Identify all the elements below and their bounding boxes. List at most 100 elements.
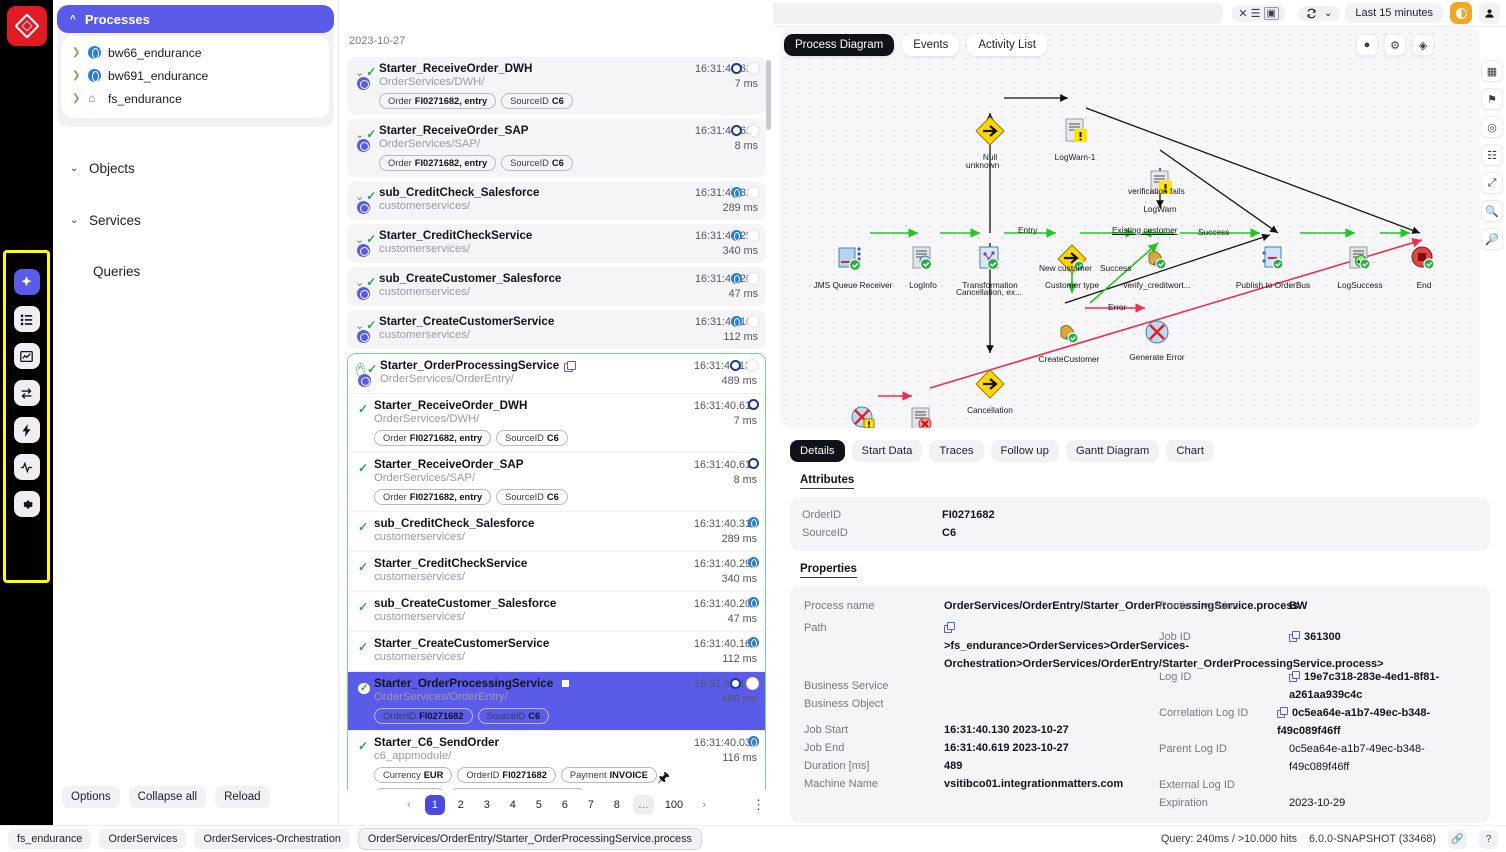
- tag-icon[interactable]: ⚑: [1481, 88, 1503, 110]
- page-button-4[interactable]: 4: [503, 795, 523, 815]
- tab-process-diagram[interactable]: Process Diagram: [784, 34, 895, 56]
- tab-start-data[interactable]: Start Data: [851, 440, 923, 462]
- tree-section-objects[interactable]: ⌄ Objects: [57, 161, 334, 176]
- tab-details[interactable]: Details: [790, 440, 845, 462]
- location-icon[interactable]: ●: [1356, 34, 1378, 56]
- list-item[interactable]: ✓ Starter_C6_SendOrder c6_appmodule/ Cur…: [348, 730, 765, 790]
- diagram-node-createcustomer[interactable]: CreateCustomer: [1024, 318, 1114, 364]
- breadcrumb-orchestration[interactable]: OrderServices-Orchestration: [194, 829, 350, 849]
- binoculars-icon[interactable]: ☷: [1481, 144, 1503, 166]
- event-scroll-area[interactable]: ⌄ ✓ Starter_ReceiveOrder_DWH OrderService…: [339, 57, 774, 790]
- page-button-3[interactable]: 3: [477, 795, 497, 815]
- nodes-icon[interactable]: ◈: [1412, 34, 1434, 56]
- process-diagram-panel[interactable]: Process Diagram Events Activity List Nul…: [780, 28, 1480, 428]
- diagram-node-logerror[interactable]: LogError: [877, 405, 967, 428]
- select-dot-icon[interactable]: [747, 124, 760, 137]
- list-item[interactable]: ⌄ ✓ sub_CreditCheck_Salesforce customerse…: [347, 181, 766, 220]
- clear-icon[interactable]: ✕: [1238, 7, 1247, 20]
- select-dot-icon[interactable]: [747, 186, 760, 199]
- gear-icon[interactable]: ⚙: [1384, 34, 1406, 56]
- select-dot-icon[interactable]: [747, 272, 760, 285]
- list-item[interactable]: ✓ Starter_ReceiveOrder_SAP OrderServices…: [348, 452, 765, 511]
- page-button-8[interactable]: 8: [607, 795, 627, 815]
- tree-item-fs-endurance[interactable]: ❯ ⌂ fs_endurance: [62, 87, 329, 110]
- page-button-100[interactable]: 100: [660, 795, 688, 815]
- copy-icon[interactable]: [1277, 707, 1288, 718]
- tab-activity-list[interactable]: Activity List: [967, 34, 1047, 56]
- tab-traces[interactable]: Traces: [929, 440, 984, 462]
- tree-section-services[interactable]: ⌄ Services: [57, 213, 334, 228]
- diagram-node-generate-error[interactable]: Generate Error: [1112, 318, 1202, 362]
- copy-icon[interactable]: [564, 360, 577, 372]
- list-item[interactable]: ⌄ ✓ sub_CreateCustomer_Salesforce custome…: [347, 267, 766, 306]
- list-item[interactable]: ⌄ ✓ Starter_CreditCheckService customerse…: [347, 224, 766, 263]
- copy-icon[interactable]: [558, 678, 571, 690]
- select-dot-icon[interactable]: [746, 677, 759, 690]
- page-prev-button[interactable]: ‹: [399, 795, 419, 815]
- tree-item-bw691[interactable]: ❯ bw691_endurance: [62, 64, 329, 87]
- diagram-node-publish-orderbus[interactable]: Publish to OrderBus: [1228, 244, 1318, 290]
- diagram-node-end[interactable]: End: [1379, 244, 1469, 290]
- select-dot-icon[interactable]: [747, 229, 760, 242]
- list-view-icon[interactable]: ☰: [1251, 7, 1261, 20]
- tab-chart[interactable]: Chart: [1166, 440, 1214, 462]
- panel-icon[interactable]: ▦: [1481, 60, 1503, 82]
- collapse-all-button[interactable]: Collapse all: [128, 786, 207, 808]
- zoom-out-icon[interactable]: 🔎: [1481, 228, 1503, 250]
- user-menu-button[interactable]: [1479, 2, 1500, 24]
- rail-button-settings[interactable]: [13, 491, 40, 517]
- breadcrumb-fs-endurance[interactable]: fs_endurance: [8, 829, 92, 849]
- rail-button-transfers[interactable]: [13, 380, 40, 406]
- diagram-node-transformation[interactable]: Transformation: [945, 244, 1035, 290]
- tab-events[interactable]: Events: [902, 34, 960, 56]
- select-dot-icon[interactable]: [747, 62, 760, 75]
- list-item[interactable]: ✓ sub_CreditCheck_Salesforce customerser…: [348, 511, 765, 551]
- rail-button-events[interactable]: [13, 417, 40, 443]
- options-button[interactable]: Options: [62, 786, 120, 808]
- tab-gantt-diagram[interactable]: Gantt Diagram: [1065, 440, 1160, 462]
- zoom-in-icon[interactable]: 🔍: [1481, 200, 1503, 222]
- list-item[interactable]: ✓ Starter_ReceiveOrder_DWH OrderServices…: [348, 393, 765, 452]
- rail-button-analytics[interactable]: [13, 343, 40, 369]
- select-dot-icon[interactable]: [746, 359, 759, 372]
- pagination-menu-button[interactable]: ⋮: [752, 797, 765, 813]
- fit-icon[interactable]: ⤢: [1481, 172, 1503, 194]
- list-item[interactable]: ✓ sub_CreateCustomer_Salesforce customer…: [348, 591, 765, 631]
- chevron-down-icon[interactable]: ⌄: [1324, 8, 1332, 19]
- page-button-6[interactable]: 6: [555, 795, 575, 815]
- page-button-1[interactable]: 1: [424, 795, 445, 815]
- page-button-2[interactable]: 2: [451, 795, 471, 815]
- target-icon[interactable]: ◎: [1481, 116, 1503, 138]
- rail-button-monitor[interactable]: [13, 454, 40, 480]
- list-item-selected[interactable]: ✓ Starter_OrderProcessingService OrderSe…: [348, 671, 765, 730]
- breadcrumb-process[interactable]: OrderServices/OrderEntry/Starter_OrderPr…: [357, 828, 702, 850]
- brand-logo[interactable]: [6, 6, 47, 46]
- time-range-selector[interactable]: Last 15 minutes: [1345, 3, 1443, 23]
- copy-icon[interactable]: [1289, 631, 1300, 642]
- diagram-node-logwarn1[interactable]: LogWarn-1: [1030, 116, 1120, 162]
- list-item[interactable]: ⌄ ✓ Starter_ReceiveOrder_DWH OrderService…: [347, 57, 766, 115]
- list-item[interactable]: ✓ Starter_CreditCheckService customerser…: [348, 551, 765, 591]
- rail-button-list[interactable]: [13, 306, 40, 332]
- help-icon[interactable]: ?: [1479, 829, 1498, 849]
- list-item[interactable]: ⌄ ✓ Starter_CreateCustomerService custome…: [347, 310, 766, 349]
- tree-item-bw66[interactable]: ❯ bw66_endurance: [62, 41, 329, 64]
- copy-icon[interactable]: [1289, 671, 1300, 682]
- link-icon[interactable]: 🔗: [1448, 829, 1467, 849]
- tab-follow-up[interactable]: Follow up: [990, 440, 1059, 462]
- unpin-icon[interactable]: 🖈: [657, 767, 670, 791]
- page-next-button[interactable]: ›: [694, 795, 714, 815]
- tree-section-queries[interactable]: Queries: [57, 264, 334, 279]
- page-ellipsis[interactable]: …: [632, 795, 654, 815]
- tree-header-processes[interactable]: ^ Processes: [57, 5, 334, 33]
- reload-button[interactable]: Reload: [215, 786, 270, 808]
- copy-icon[interactable]: [944, 622, 955, 633]
- page-button-7[interactable]: 7: [581, 795, 601, 815]
- page-button-5[interactable]: 5: [529, 795, 549, 815]
- save-view-icon[interactable]: ▣: [1263, 6, 1279, 20]
- theme-toggle-button[interactable]: [1450, 2, 1472, 24]
- diagram-node-null[interactable]: Null: [945, 116, 1035, 162]
- rail-button-dashboard[interactable]: [13, 269, 40, 295]
- refresh-control[interactable]: ⌄: [1297, 5, 1341, 21]
- breadcrumb-orderservices[interactable]: OrderServices: [99, 829, 187, 849]
